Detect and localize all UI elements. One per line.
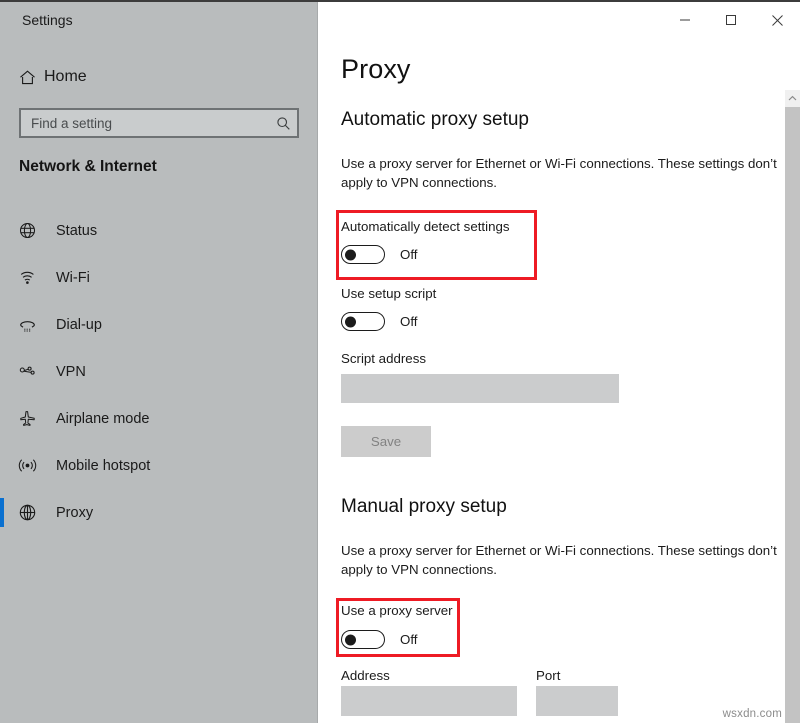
sidebar-category-title: Network & Internet <box>19 158 157 175</box>
sidebar-item-dialup-label: Dial-up <box>56 316 102 333</box>
sidebar-item-home-label: Home <box>44 68 87 85</box>
search-input[interactable] <box>21 115 269 131</box>
toggle-switch-knob <box>345 249 356 260</box>
toggle-switch-track[interactable] <box>341 245 385 264</box>
save-button[interactable]: Save <box>341 426 431 457</box>
page-title: Proxy <box>341 54 411 84</box>
status-globe-icon <box>18 221 56 240</box>
maximize-button[interactable] <box>708 2 754 38</box>
search-box[interactable] <box>19 108 299 138</box>
script-address-input[interactable] <box>341 374 619 403</box>
use-setup-script-state: Off <box>400 314 418 329</box>
use-proxy-server-label: Use a proxy server <box>341 603 453 618</box>
use-proxy-server-state: Off <box>400 632 418 647</box>
sidebar-item-vpn[interactable]: VPN <box>0 348 318 395</box>
selection-indicator <box>0 263 4 292</box>
home-icon <box>10 68 44 87</box>
use-setup-script-label: Use setup script <box>341 286 437 301</box>
app-title: Settings <box>22 12 73 28</box>
manual-proxy-setup-heading: Manual proxy setup <box>341 496 507 517</box>
sidebar-item-mobile-hotspot[interactable]: Mobile hotspot <box>0 442 318 489</box>
vertical-scrollbar[interactable] <box>785 90 800 723</box>
script-address-label: Script address <box>341 351 426 366</box>
toggle-switch-knob <box>345 634 356 645</box>
automatic-proxy-setup-description: Use a proxy server for Ethernet or Wi-Fi… <box>341 156 777 190</box>
address-input[interactable] <box>341 686 517 716</box>
wifi-icon <box>18 268 56 287</box>
search-icon[interactable] <box>269 116 297 131</box>
sidebar-item-status-label: Status <box>56 222 98 239</box>
toggle-switch-track[interactable] <box>341 630 385 649</box>
use-setup-script-toggle[interactable]: Off <box>341 312 418 331</box>
selection-indicator <box>0 404 4 433</box>
sidebar-item-wifi[interactable]: Wi-Fi <box>0 254 318 301</box>
use-proxy-server-toggle[interactable]: Off <box>341 630 418 649</box>
scrollbar-thumb[interactable] <box>785 107 800 723</box>
selection-indicator <box>0 216 4 245</box>
address-label: Address <box>341 668 390 683</box>
auto-detect-settings-toggle[interactable]: Off <box>341 245 418 264</box>
port-label: Port <box>536 668 561 683</box>
chevron-up-icon[interactable] <box>785 90 800 107</box>
airplane-icon <box>18 409 56 428</box>
selection-indicator <box>0 498 4 527</box>
proxy-globe-icon <box>18 503 56 522</box>
sidebar-item-home[interactable]: Home <box>10 61 300 93</box>
automatic-proxy-setup-heading: Automatic proxy setup <box>341 109 529 130</box>
sidebar-item-airplane-mode[interactable]: Airplane mode <box>0 395 318 442</box>
main-content: Proxy Automatic proxy setup Use a proxy … <box>319 2 800 723</box>
hotspot-icon <box>18 456 56 475</box>
dialup-phone-icon <box>18 315 56 334</box>
minimize-button[interactable] <box>662 2 708 38</box>
toggle-switch-knob <box>345 316 356 327</box>
manual-proxy-setup-description: Use a proxy server for Ethernet or Wi-Fi… <box>341 543 777 577</box>
sidebar-item-vpn-label: VPN <box>56 363 86 380</box>
sidebar-item-status[interactable]: Status <box>0 207 318 254</box>
auto-detect-settings-state: Off <box>400 247 418 262</box>
sidebar-item-proxy-label: Proxy <box>56 504 94 521</box>
sidebar-item-airplane-mode-label: Airplane mode <box>56 410 150 427</box>
vpn-icon <box>18 362 56 381</box>
sidebar-nav-list: Status Wi-Fi Dial-up VPN Airplane mode M… <box>0 207 318 536</box>
selection-indicator <box>0 357 4 386</box>
auto-detect-settings-label: Automatically detect settings <box>341 219 510 234</box>
sidebar-item-proxy[interactable]: Proxy <box>0 489 318 536</box>
selection-indicator <box>0 310 4 339</box>
close-button[interactable] <box>754 2 800 38</box>
sidebar-item-mobile-hotspot-label: Mobile hotspot <box>56 457 151 474</box>
sidebar: Settings Home Network & Internet <box>0 2 318 723</box>
window-controls <box>662 2 800 38</box>
sidebar-item-wifi-label: Wi-Fi <box>56 269 90 286</box>
sidebar-item-dialup[interactable]: Dial-up <box>0 301 318 348</box>
selection-indicator <box>0 451 4 480</box>
settings-window: Settings Home Network & Internet <box>0 0 800 723</box>
toggle-switch-track[interactable] <box>341 312 385 331</box>
watermark: wsxdn.com <box>722 708 782 720</box>
port-input[interactable] <box>536 686 618 716</box>
